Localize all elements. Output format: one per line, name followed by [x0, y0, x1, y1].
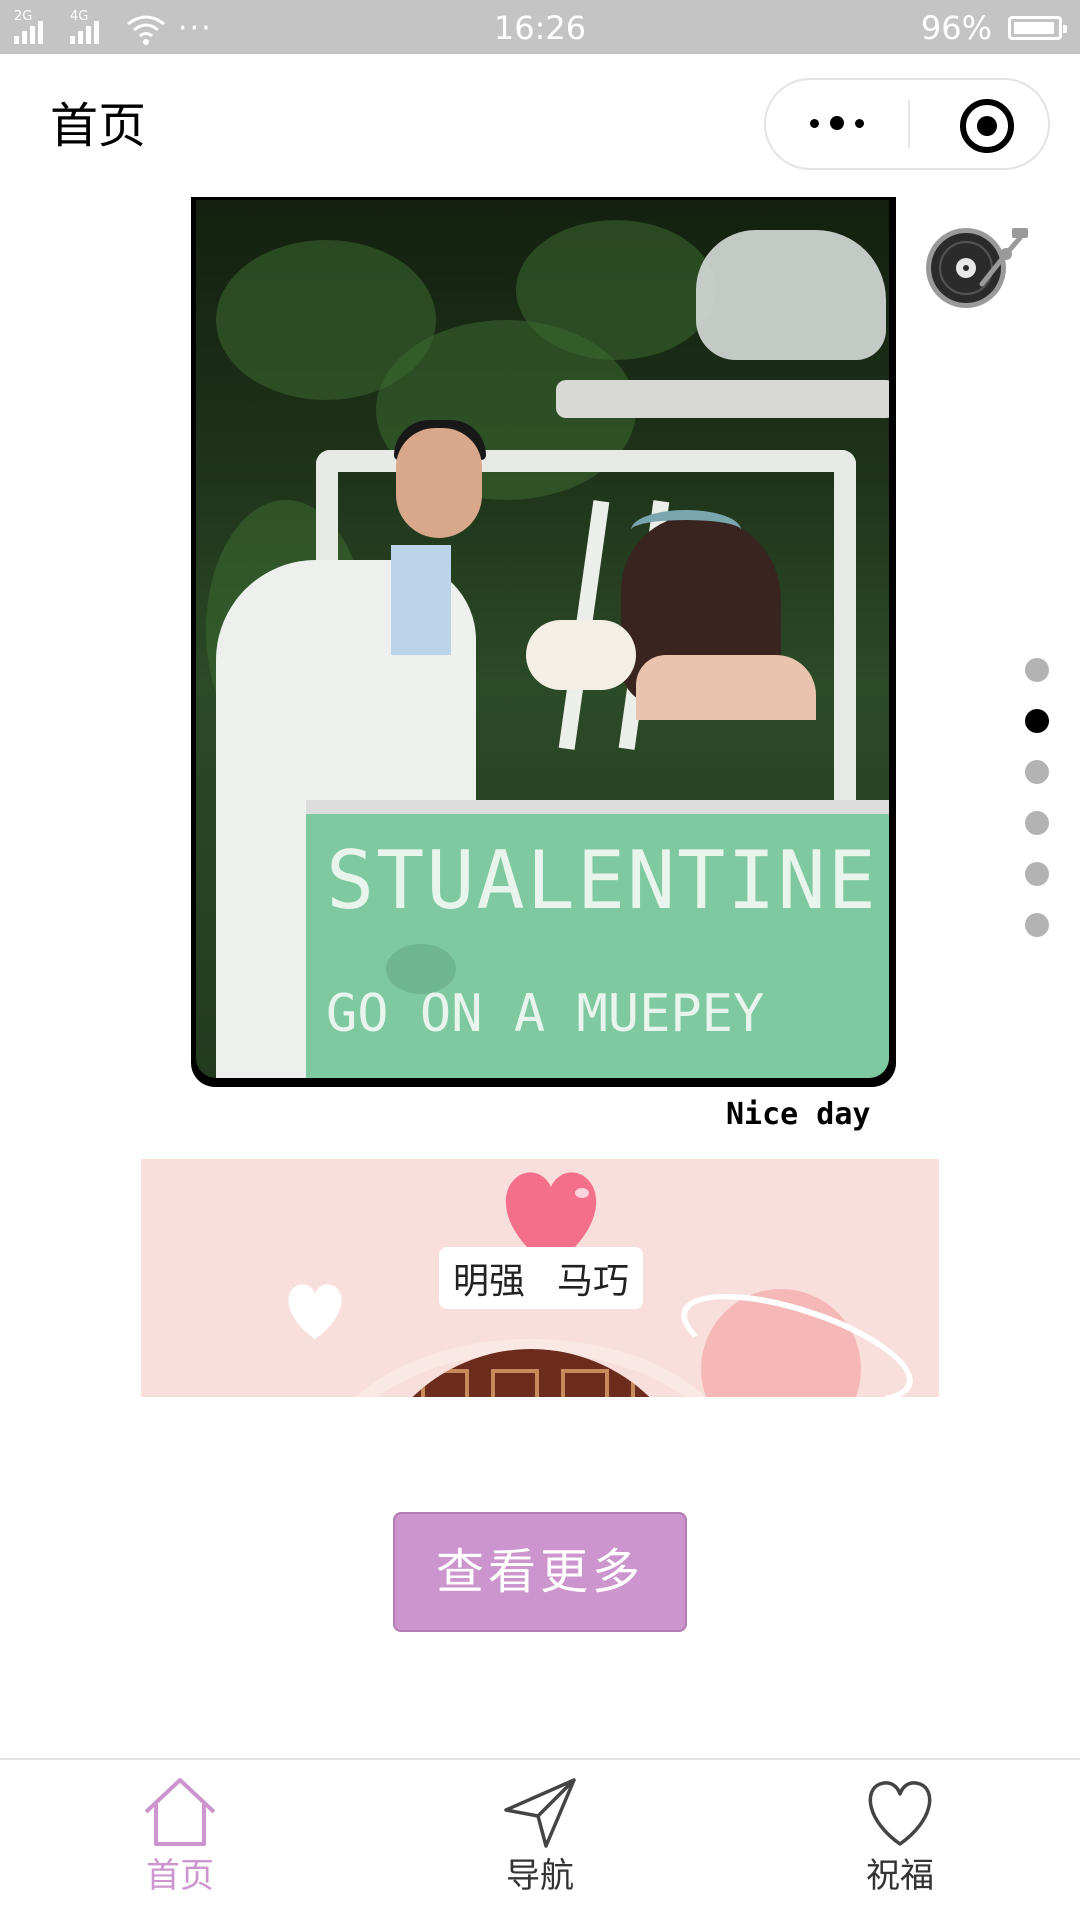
- couple-banner[interactable]: 明强 马巧: [141, 1159, 939, 1397]
- wedding-photo[interactable]: STUALENTINE GO ON A MUEPEY: [196, 200, 889, 1078]
- bouquet: [526, 620, 636, 690]
- carousel-indicator: [1025, 658, 1051, 964]
- tab-bar: 首页 导航 祝福: [0, 1758, 1080, 1922]
- couple-names: 明强 马巧: [439, 1247, 644, 1309]
- more-dots-icon[interactable]: [766, 80, 908, 168]
- capsule-divider: [908, 100, 910, 148]
- carousel-dot[interactable]: [1025, 709, 1049, 733]
- carousel-dot[interactable]: [1025, 658, 1049, 682]
- photo-caption: Nice day: [726, 1097, 871, 1132]
- carousel-dot[interactable]: [1025, 862, 1049, 886]
- target-circle-icon[interactable]: [960, 99, 1014, 153]
- tab-home[interactable]: 首页: [110, 1776, 250, 1896]
- battery-percentage: 96%: [920, 9, 992, 47]
- flower-decoration: [696, 230, 886, 360]
- carousel-dot[interactable]: [1025, 811, 1049, 835]
- groom-face: [396, 428, 482, 538]
- tab-navigation[interactable]: 导航: [470, 1776, 610, 1896]
- carousel-dot[interactable]: [1025, 760, 1049, 784]
- small-heart-icon: [288, 1284, 342, 1339]
- car-sign-text: STUALENTINE: [326, 834, 878, 927]
- home-icon: [144, 1778, 216, 1846]
- page-title: 首页: [50, 98, 147, 154]
- car-body: STUALENTINE GO ON A MUEPEY: [306, 800, 889, 1078]
- car-roof: [556, 380, 889, 418]
- tab-navigation-label: 导航: [506, 1856, 574, 1896]
- bride-name: 马巧: [557, 1261, 630, 1302]
- status-bar: 2G 4G ··· 16:26 96%: [0, 0, 1080, 54]
- tab-blessings[interactable]: 祝福: [830, 1776, 970, 1896]
- carousel-dot[interactable]: [1025, 913, 1049, 937]
- status-right: 96%: [920, 9, 1067, 47]
- car-sign-subtext: GO ON A MUEPEY: [326, 984, 765, 1044]
- mini-program-capsule: [764, 78, 1050, 170]
- record-player-icon[interactable]: [924, 224, 1030, 310]
- navigation-bar: 首页: [0, 54, 1080, 198]
- groom-name: 明强: [453, 1261, 526, 1302]
- view-more-button[interactable]: 查看更多: [393, 1512, 687, 1632]
- battery-icon: [1008, 16, 1067, 40]
- wedding-photo-frame: STUALENTINE GO ON A MUEPEY: [191, 197, 896, 1087]
- status-time: 16:26: [493, 9, 587, 47]
- tab-home-label: 首页: [146, 1856, 214, 1896]
- tab-blessings-label: 祝福: [866, 1856, 934, 1896]
- navigation-icon: [504, 1778, 576, 1848]
- heart-icon: [868, 1781, 932, 1846]
- battery-level: [1014, 22, 1054, 34]
